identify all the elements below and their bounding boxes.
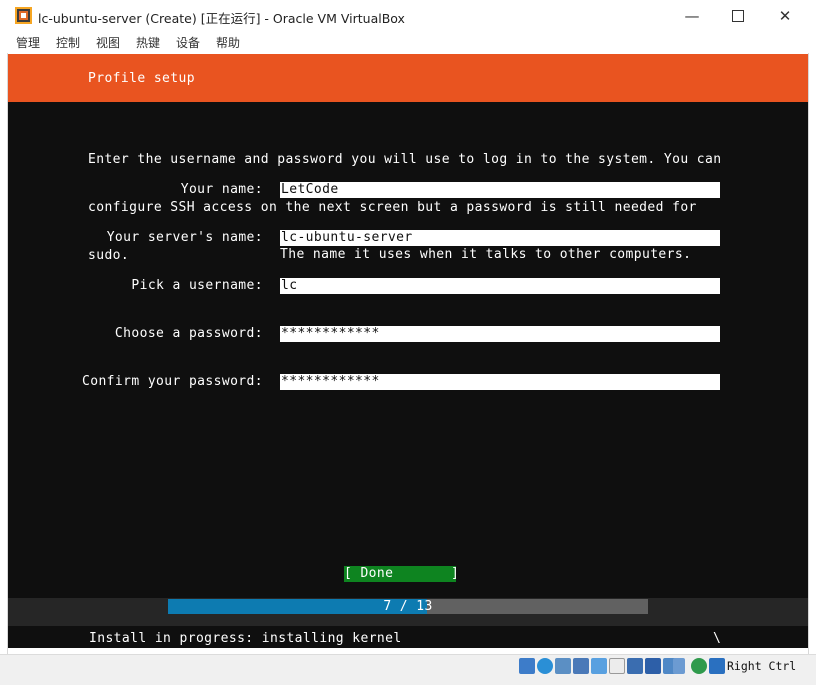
username-field[interactable]: lc (280, 278, 720, 294)
maximize-icon (732, 9, 744, 22)
menu-manage[interactable]: 管理 (16, 34, 40, 51)
your-name-label: Your name: (180, 182, 263, 197)
progress-spinner: \ (713, 631, 722, 646)
cpu-icon[interactable] (673, 658, 685, 674)
minimize-icon: — (684, 6, 700, 25)
host-key-label: Right Ctrl (727, 659, 797, 673)
confirm-password-field[interactable]: ************ (280, 374, 720, 390)
hard-disk-icon[interactable] (519, 658, 535, 674)
usb-icon[interactable] (591, 658, 607, 674)
shared-folder-icon[interactable] (609, 658, 625, 674)
minimize-button[interactable]: — (669, 0, 715, 31)
keyboard-capture-icon[interactable] (709, 658, 725, 674)
menu-view[interactable]: 视图 (96, 34, 120, 51)
password-label: Choose a password: (114, 326, 263, 341)
recording-icon[interactable] (645, 658, 661, 674)
menu-bar: 管理 控制 视图 热键 设备 帮助 (0, 31, 816, 53)
progress-text: 7 / 13 (383, 599, 433, 614)
server-name-field[interactable]: lc-ubuntu-server (280, 230, 720, 246)
mouse-integration-icon[interactable] (691, 658, 707, 674)
username-label: Pick a username: (131, 278, 263, 293)
menu-control[interactable]: 控制 (56, 34, 80, 51)
menu-help[interactable]: 帮助 (216, 34, 240, 51)
audio-icon[interactable] (555, 658, 571, 674)
maximize-button[interactable] (715, 0, 761, 31)
intro-text: Enter the username and password you will… (88, 120, 721, 296)
menu-devices[interactable]: 设备 (176, 34, 200, 51)
progress-bar: 7 / 13 (168, 599, 648, 614)
installer-header: Profile setup (8, 54, 808, 102)
close-icon: ✕ (778, 6, 792, 25)
your-name-field[interactable]: LetCode (280, 182, 720, 198)
optical-drive-icon[interactable] (537, 658, 553, 674)
intro-line: configure SSH access on the next screen … (88, 200, 697, 215)
display-icon[interactable] (627, 658, 643, 674)
close-button[interactable]: ✕ (762, 0, 808, 31)
window-title: lc-ubuntu-server (Create) [正在运行] - Oracl… (38, 11, 405, 26)
page-title: Profile setup (88, 71, 195, 86)
confirm-password-label: Confirm your password: (82, 374, 263, 389)
virtualbox-app-icon (15, 7, 32, 24)
server-name-label: Your server's name: (106, 230, 263, 245)
menu-hotkeys[interactable]: 热键 (136, 34, 160, 51)
status-bar: Right Ctrl (0, 654, 816, 685)
password-field[interactable]: ************ (280, 326, 720, 342)
server-name-hint: The name it uses when it talks to other … (280, 247, 692, 262)
intro-line: Enter the username and password you will… (88, 152, 722, 167)
title-bar: lc-ubuntu-server (Create) [正在运行] - Oracl… (0, 0, 816, 31)
install-status: Install in progress: installing kernel (89, 631, 402, 646)
network-icon[interactable] (573, 658, 589, 674)
done-button[interactable]: [ Done ] (344, 566, 459, 582)
vm-screen[interactable]: Profile setup Enter the username and pas… (8, 54, 808, 648)
virtualbox-window: lc-ubuntu-server (Create) [正在运行] - Oracl… (0, 0, 816, 685)
screen-border-right (808, 53, 809, 657)
